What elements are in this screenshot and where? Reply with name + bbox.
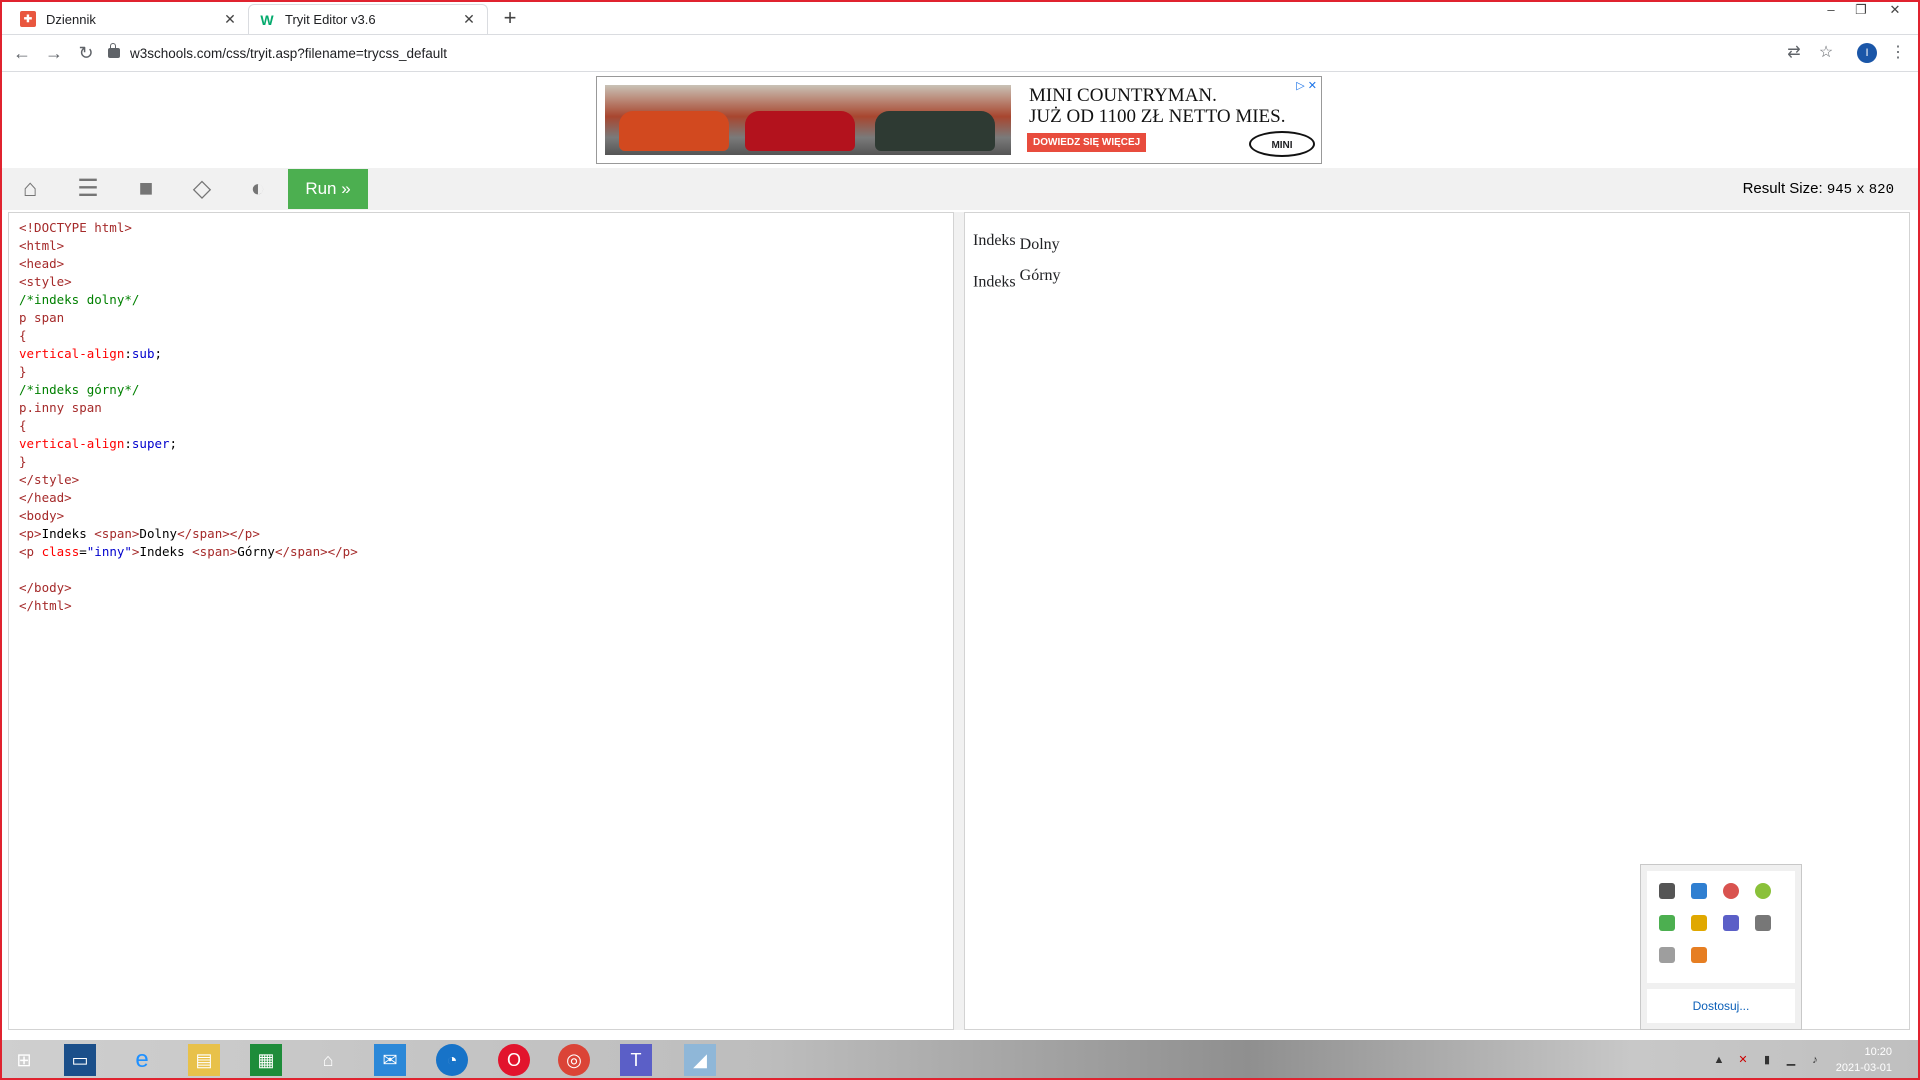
- tray-chevron-icon[interactable]: ▲: [1712, 1053, 1726, 1067]
- car-red: [745, 111, 855, 151]
- ad-headline-line1: MINI COUNTRYMAN.: [1029, 85, 1217, 106]
- close-tab-icon[interactable]: ✕: [461, 11, 477, 28]
- lenovo-app-icon[interactable]: ▭: [64, 1044, 96, 1076]
- w3schools-favicon-icon: W: [259, 11, 275, 28]
- result-text: Indeks: [973, 232, 1016, 249]
- snipping-tool-icon[interactable]: ◢: [684, 1044, 716, 1076]
- taskbar: ⊞ ▭ e ▤ ▦ ⌂ ✉ ◔ O ◎ T ◢ ▲ ✕ ▮ ▁ ♪ 10:20 …: [0, 1040, 1920, 1080]
- forward-icon[interactable]: →: [42, 41, 66, 65]
- tab-strip: ✚ Dziennik ✕ W Tryit Editor v3.6 ✕ + – ❐…: [0, 0, 1920, 35]
- close-tab-icon[interactable]: ✕: [222, 11, 238, 28]
- result-paragraph-2: Indeks Górny: [973, 267, 1909, 291]
- tray-overflow-popup: Dostosuj...: [1640, 864, 1802, 1030]
- code-editor[interactable]: <!DOCTYPE html> <html> <head> <style> /*…: [8, 212, 954, 1030]
- battery-icon[interactable]: ▮: [1760, 1053, 1774, 1067]
- lock-icon: [108, 43, 120, 58]
- ad-headline: MINI COUNTRYMAN. JUŻ OD 1100 ZŁ NETTO MI…: [1029, 85, 1285, 127]
- security-alert-icon[interactable]: ✕: [1736, 1053, 1750, 1067]
- internet-explorer-icon[interactable]: e: [126, 1044, 158, 1076]
- result-superscript: Górny: [1019, 267, 1061, 285]
- panel-divider[interactable]: [954, 212, 964, 1030]
- new-tab-button[interactable]: +: [498, 6, 522, 30]
- bluetooth-tray-icon[interactable]: [1723, 883, 1739, 899]
- teams-icon[interactable]: T: [620, 1044, 652, 1076]
- menu-kebab-icon[interactable]: ⋮: [1888, 43, 1908, 63]
- security-tray-icon[interactable]: [1659, 915, 1675, 931]
- clock[interactable]: 10:20 2021-03-01: [1836, 1044, 1892, 1076]
- theme-toggle-icon[interactable]: ◐: [238, 173, 278, 205]
- teams-tray-icon[interactable]: [1723, 915, 1739, 931]
- ad-banner[interactable]: MINI COUNTRYMAN. JUŻ OD 1100 ZŁ NETTO MI…: [596, 76, 1322, 164]
- close-window-icon[interactable]: ✕: [1880, 2, 1910, 20]
- car-green: [875, 111, 995, 151]
- file-explorer-icon[interactable]: ▤: [188, 1044, 220, 1076]
- save-icon[interactable]: ■: [126, 173, 166, 205]
- result-size-label: Result Size:: [1742, 180, 1823, 197]
- editor-toolbar: ⌂ ☰ ■ ◇ ◐ Run » Result Size: 945 x 820: [2, 168, 1918, 210]
- result-height: 820: [1868, 182, 1894, 198]
- device-tray-icon[interactable]: [1755, 915, 1771, 931]
- chrome-icon[interactable]: ◎: [558, 1044, 590, 1076]
- rotate-layout-icon[interactable]: ◇: [182, 173, 222, 205]
- grid-favicon-icon: ✚: [20, 11, 36, 27]
- address-bar-row: ← → ↻ w3schools.com/css/tryit.asp?filena…: [0, 35, 1920, 72]
- tab-title: Dziennik: [46, 11, 96, 27]
- update-tray-icon[interactable]: [1755, 883, 1771, 899]
- menu-icon[interactable]: ☰: [68, 173, 108, 205]
- result-size: Result Size: 945 x 820: [1743, 180, 1894, 198]
- result-text: Indeks: [973, 273, 1016, 291]
- profile-avatar[interactable]: I: [1857, 43, 1877, 63]
- volume-icon[interactable]: ♪: [1808, 1053, 1822, 1067]
- clock-time: 10:20: [1864, 1046, 1892, 1058]
- clock-date: 2021-03-01: [1835, 1062, 1892, 1074]
- code-content: <!DOCTYPE html> <html> <head> <style> /*…: [19, 220, 358, 613]
- tab-title: Tryit Editor v3.6: [285, 12, 376, 27]
- back-icon[interactable]: ←: [10, 41, 34, 65]
- url-text: w3schools.com/css/tryit.asp?filename=try…: [130, 45, 448, 61]
- ad-cta-button[interactable]: DOWIEDZ SIĘ WIĘCEJ: [1027, 133, 1147, 152]
- adchoices-icon[interactable]: ▷ ✕: [1296, 79, 1317, 92]
- edge-icon[interactable]: ◔: [436, 1044, 468, 1076]
- mini-logo: MINI: [1249, 131, 1315, 157]
- result-width: 945: [1826, 182, 1853, 198]
- mail-icon[interactable]: ✉: [374, 1044, 406, 1076]
- tab-tryit-editor[interactable]: W Tryit Editor v3.6 ✕: [248, 4, 488, 34]
- tab-dziennik[interactable]: ✚ Dziennik ✕: [10, 4, 248, 34]
- office-tray-icon[interactable]: [1691, 947, 1707, 963]
- home-app-icon[interactable]: ⌂: [312, 1044, 344, 1076]
- network-signal-icon[interactable]: ▁: [1784, 1053, 1798, 1067]
- translate-icon[interactable]: ⇄: [1784, 43, 1804, 63]
- ad-car-photo: [605, 85, 1011, 155]
- run-button[interactable]: Run »: [288, 169, 368, 209]
- display-tray-icon[interactable]: [1659, 883, 1675, 899]
- result-size-separator: x: [1856, 182, 1865, 198]
- windows-start-icon[interactable]: ⊞: [8, 1044, 40, 1076]
- reload-icon[interactable]: ↻: [74, 41, 98, 65]
- package-tray-icon[interactable]: [1691, 915, 1707, 931]
- minimize-icon[interactable]: –: [1816, 2, 1846, 20]
- restore-icon[interactable]: ❐: [1846, 2, 1876, 20]
- car-orange: [619, 111, 729, 151]
- customize-tray-link[interactable]: Dostosuj...: [1647, 989, 1795, 1023]
- opera-icon[interactable]: O: [498, 1044, 530, 1076]
- result-paragraph-1: Indeks Dolny: [973, 232, 1909, 254]
- ad-headline-line2: JUŻ OD 1100 ZŁ NETTO MIES.: [1029, 106, 1286, 127]
- printer-tray-icon[interactable]: [1659, 947, 1675, 963]
- tray-icons-area: [1647, 871, 1795, 983]
- result-subscript: Dolny: [1019, 236, 1060, 254]
- store-icon[interactable]: ▦: [250, 1044, 282, 1076]
- url-field[interactable]: w3schools.com/css/tryit.asp?filename=try…: [108, 39, 1828, 67]
- network-app-tray-icon[interactable]: [1691, 883, 1707, 899]
- home-icon[interactable]: ⌂: [10, 173, 50, 205]
- bookmark-star-icon[interactable]: ☆: [1816, 43, 1836, 63]
